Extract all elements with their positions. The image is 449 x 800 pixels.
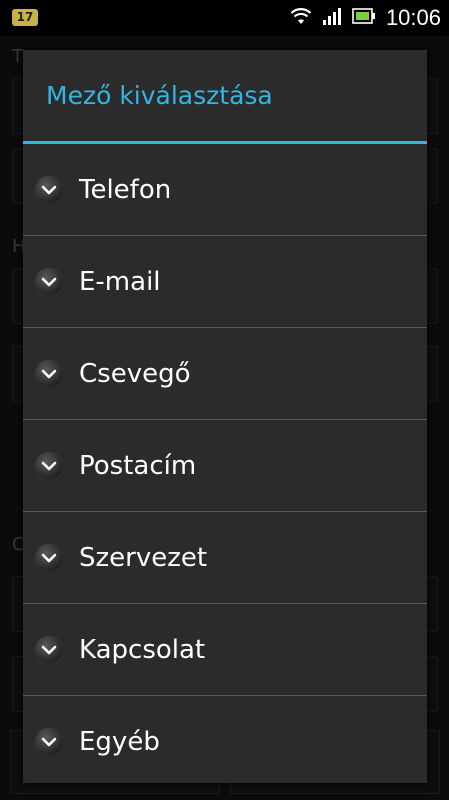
- chevron-down-icon: [35, 267, 63, 296]
- option-label: Telefon: [79, 174, 172, 205]
- select-field-dialog: Mező kiválasztása Telefon E-mail Csevegő: [23, 50, 427, 783]
- status-bar: 17 10:06: [0, 0, 449, 36]
- battery-icon: [352, 8, 376, 28]
- option-label: Kapcsolat: [79, 634, 206, 665]
- option-kapcsolat[interactable]: Kapcsolat: [23, 604, 427, 696]
- option-szervezet[interactable]: Szervezet: [23, 512, 427, 604]
- screen: 17 10:06 Mező kiválasztása Telefon E-mai…: [0, 0, 449, 800]
- notification-count: 17: [16, 10, 34, 24]
- option-label: Csevegő: [79, 358, 191, 389]
- option-label: Egyéb: [79, 726, 160, 757]
- chevron-down-icon: [35, 635, 63, 664]
- option-email[interactable]: E-mail: [23, 236, 427, 328]
- signal-icon: [322, 6, 342, 30]
- option-postacim[interactable]: Postacím: [23, 420, 427, 512]
- chevron-down-icon: [35, 543, 63, 572]
- wifi-icon: [290, 6, 312, 30]
- chevron-down-icon: [35, 727, 63, 756]
- chevron-down-icon: [35, 451, 63, 480]
- option-label: Postacím: [79, 450, 197, 481]
- option-telefon[interactable]: Telefon: [23, 144, 427, 236]
- dialog-title: Mező kiválasztása: [46, 81, 273, 110]
- options-list: Telefon E-mail Csevegő Postacím Szerveze…: [23, 144, 427, 787]
- option-label: E-mail: [79, 266, 161, 297]
- clock: 10:06: [385, 5, 441, 30]
- notification-badge[interactable]: 17: [12, 9, 38, 26]
- chevron-down-icon: [35, 175, 63, 204]
- option-egyeb[interactable]: Egyéb: [23, 696, 427, 787]
- option-csevego[interactable]: Csevegő: [23, 328, 427, 420]
- status-icons: 10:06: [290, 4, 441, 32]
- chevron-down-icon: [35, 359, 63, 388]
- option-label: Szervezet: [79, 542, 208, 573]
